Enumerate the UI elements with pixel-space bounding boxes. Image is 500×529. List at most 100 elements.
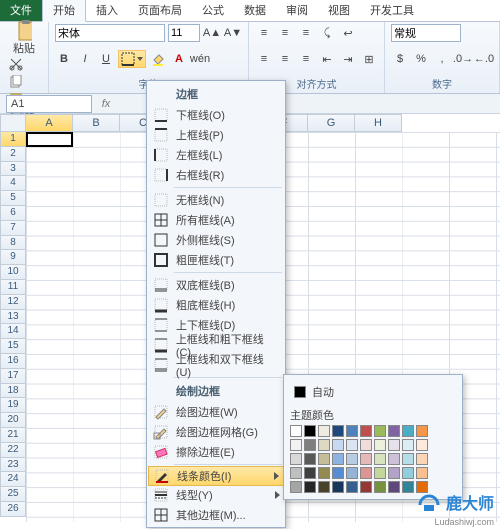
row-header-9[interactable]: 9 <box>0 250 26 265</box>
color-swatch[interactable] <box>290 481 302 493</box>
color-swatch[interactable] <box>402 425 414 437</box>
wrap-text-icon[interactable]: ↩ <box>339 24 357 42</box>
row-header-18[interactable]: 18 <box>0 384 26 399</box>
menu-item-more[interactable]: 其他边框(M)... <box>148 505 284 525</box>
auto-color-item[interactable]: 自动 <box>290 381 456 403</box>
indent-inc-icon[interactable]: ⇥ <box>339 50 357 68</box>
indent-dec-icon[interactable]: ⇤ <box>318 50 336 68</box>
color-swatch[interactable] <box>416 425 428 437</box>
color-swatch[interactable] <box>360 425 372 437</box>
menu-item-left[interactable]: 左框线(L) <box>148 145 284 165</box>
color-swatch[interactable] <box>318 425 330 437</box>
row-header-14[interactable]: 14 <box>0 324 26 339</box>
decrease-font-icon[interactable]: A▼ <box>224 24 242 42</box>
number-format-select[interactable] <box>391 24 461 42</box>
orientation-icon[interactable]: ⤹ <box>318 24 336 42</box>
menu-item-right[interactable]: 右框线(R) <box>148 165 284 185</box>
color-swatch[interactable] <box>318 439 330 451</box>
color-swatch[interactable] <box>332 467 344 479</box>
row-header-21[interactable]: 21 <box>0 428 26 443</box>
color-swatch[interactable] <box>360 467 372 479</box>
color-swatch[interactable] <box>402 481 414 493</box>
color-swatch[interactable] <box>374 481 386 493</box>
row-header-6[interactable]: 6 <box>0 206 26 221</box>
paste-button[interactable]: 粘贴 <box>6 24 42 56</box>
fill-color-button[interactable] <box>149 50 167 68</box>
color-swatch[interactable] <box>290 439 302 451</box>
row-header-24[interactable]: 24 <box>0 472 26 487</box>
row-header-26[interactable]: 26 <box>0 502 26 517</box>
menu-item-none[interactable]: 无框线(N) <box>148 190 284 210</box>
color-swatch[interactable] <box>290 425 302 437</box>
percent-icon[interactable]: % <box>412 50 430 68</box>
cut-icon[interactable] <box>8 56 24 72</box>
menu-item-outside[interactable]: 外侧框线(S) <box>148 230 284 250</box>
row-header-3[interactable]: 3 <box>0 162 26 177</box>
col-header-A[interactable]: A <box>26 114 73 132</box>
tab-dev[interactable]: 开发工具 <box>360 0 424 21</box>
row-header-13[interactable]: 13 <box>0 310 26 325</box>
dec-decimal-icon[interactable]: ←.0 <box>475 50 493 68</box>
row-header-12[interactable]: 12 <box>0 295 26 310</box>
color-swatch[interactable] <box>402 467 414 479</box>
color-swatch[interactable] <box>318 453 330 465</box>
comma-icon[interactable]: , <box>433 50 451 68</box>
menu-item-top-double-bottom[interactable]: 上框线和双下框线(U) <box>148 355 284 375</box>
row-header-23[interactable]: 23 <box>0 458 26 473</box>
color-swatch[interactable] <box>332 425 344 437</box>
color-swatch[interactable] <box>346 425 358 437</box>
menu-item-draw-border[interactable]: 绘图边框(W) <box>148 402 284 422</box>
tab-data[interactable]: 数据 <box>234 0 276 21</box>
color-swatch[interactable] <box>346 467 358 479</box>
row-header-10[interactable]: 10 <box>0 265 26 280</box>
align-left-icon[interactable]: ≡ <box>255 50 273 68</box>
color-swatch[interactable] <box>304 425 316 437</box>
color-swatch[interactable] <box>416 453 428 465</box>
menu-item-erase[interactable]: 擦除边框(E) <box>148 442 284 462</box>
tab-view[interactable]: 视图 <box>318 0 360 21</box>
menu-item-all[interactable]: 所有框线(A) <box>148 210 284 230</box>
color-swatch[interactable] <box>346 481 358 493</box>
color-swatch[interactable] <box>388 467 400 479</box>
color-swatch[interactable] <box>346 439 358 451</box>
align-bottom-icon[interactable]: ≡ <box>297 24 315 42</box>
font-color-button[interactable]: A <box>170 50 188 68</box>
color-swatch[interactable] <box>332 439 344 451</box>
active-cell[interactable] <box>26 132 73 147</box>
font-name-select[interactable] <box>55 24 165 42</box>
row-header-7[interactable]: 7 <box>0 221 26 236</box>
row-header-5[interactable]: 5 <box>0 191 26 206</box>
menu-item-thickbox[interactable]: 粗匣框线(T) <box>148 250 284 270</box>
row-header-19[interactable]: 19 <box>0 398 26 413</box>
align-top-icon[interactable]: ≡ <box>255 24 273 42</box>
bold-button[interactable]: B <box>55 50 73 68</box>
menu-item-double-bottom[interactable]: 双底框线(B) <box>148 275 284 295</box>
color-swatch[interactable] <box>374 467 386 479</box>
color-swatch[interactable] <box>388 453 400 465</box>
align-center-icon[interactable]: ≡ <box>276 50 294 68</box>
color-swatch[interactable] <box>388 439 400 451</box>
select-all-corner[interactable] <box>0 114 26 132</box>
row-header-2[interactable]: 2 <box>0 147 26 162</box>
color-swatch[interactable] <box>360 481 372 493</box>
row-header-1[interactable]: 1 <box>0 132 26 147</box>
menu-item-top[interactable]: 上框线(P) <box>148 125 284 145</box>
merge-icon[interactable]: ⊞ <box>360 50 378 68</box>
color-swatch[interactable] <box>346 453 358 465</box>
color-swatch[interactable] <box>374 439 386 451</box>
tab-layout[interactable]: 页面布局 <box>128 0 192 21</box>
color-swatch[interactable] <box>402 439 414 451</box>
align-right-icon[interactable]: ≡ <box>297 50 315 68</box>
fx-icon[interactable]: fx <box>98 96 114 112</box>
menu-item-line-style[interactable]: 线型(Y) <box>148 485 284 505</box>
currency-icon[interactable]: $ <box>391 50 409 68</box>
color-swatch[interactable] <box>374 453 386 465</box>
color-swatch[interactable] <box>304 467 316 479</box>
color-swatch[interactable] <box>318 481 330 493</box>
tab-review[interactable]: 审阅 <box>276 0 318 21</box>
color-swatch[interactable] <box>416 439 428 451</box>
color-swatch[interactable] <box>360 439 372 451</box>
name-box[interactable]: A1 <box>6 95 92 113</box>
color-swatch[interactable] <box>332 453 344 465</box>
row-header-20[interactable]: 20 <box>0 413 26 428</box>
